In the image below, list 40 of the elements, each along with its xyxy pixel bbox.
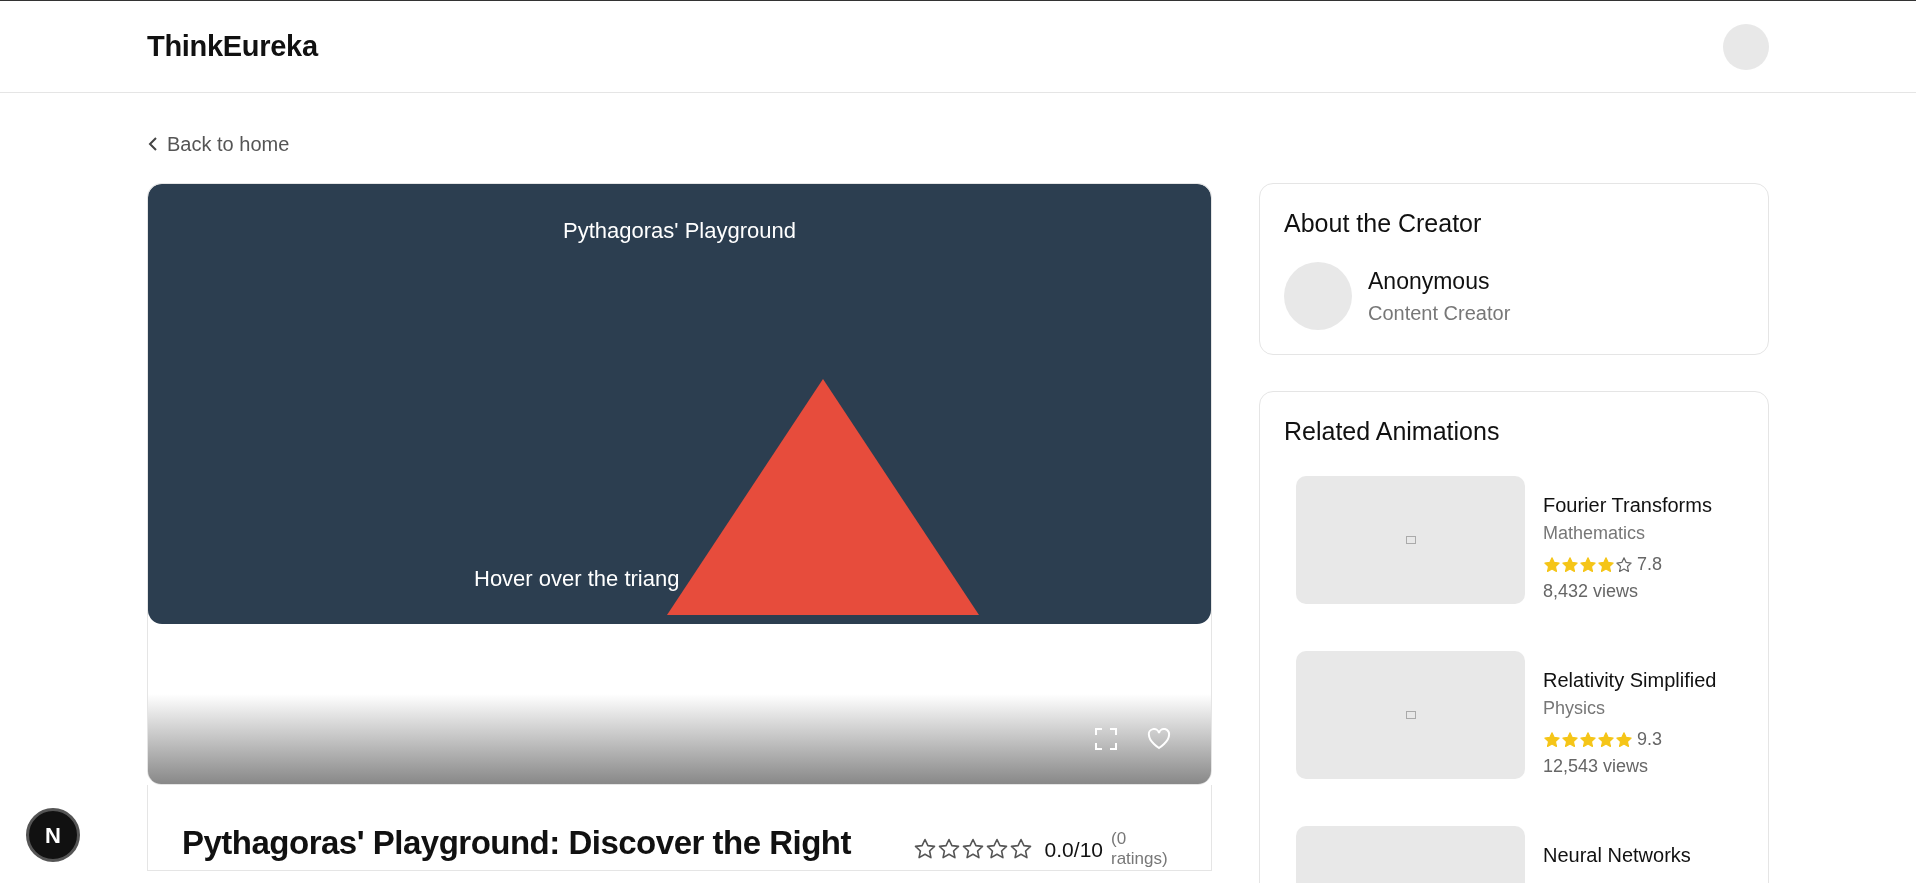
- creator-role: Content Creator: [1368, 301, 1511, 327]
- fullscreen-icon: [1095, 728, 1117, 750]
- animation-title: Pythagoras' Playground: [562, 217, 797, 245]
- star-outline-icon: [1615, 555, 1633, 574]
- star-filled-icon: [1597, 730, 1615, 749]
- dev-badge[interactable]: N: [26, 808, 80, 862]
- star-filled-icon: [1615, 730, 1633, 749]
- favorite-button[interactable]: [1147, 728, 1171, 750]
- rating-count: (0 ratings): [1111, 829, 1169, 870]
- star-filled-icon: [1579, 555, 1597, 574]
- animation-heading: Pythagoras' Playground: Discover the Right: [182, 823, 851, 863]
- view-count: 12,543 views: [1543, 755, 1650, 778]
- star-filled-icon: [1579, 730, 1597, 749]
- related-category: Mathematics: [1543, 522, 1647, 545]
- thumbnail-placeholder[interactable]: [1296, 476, 1525, 604]
- back-link[interactable]: Back to home: [147, 129, 290, 159]
- heart-icon: [1147, 728, 1171, 750]
- related-score: 9.3: [1637, 728, 1663, 751]
- hint-text: Hover over the triang: [474, 565, 680, 593]
- star-filled-icon: [1561, 555, 1579, 574]
- image-icon: [1405, 536, 1416, 544]
- thumbnail-placeholder[interactable]: [1296, 651, 1525, 779]
- section-heading: About the Creator: [1284, 208, 1483, 238]
- rating-score: 0.0/10: [1044, 836, 1103, 863]
- site-logo[interactable]: ThinkEureka: [147, 24, 318, 69]
- star-filled-icon: [1561, 730, 1579, 749]
- chevron-left-icon: [147, 136, 159, 152]
- star-filled-icon: [1543, 555, 1561, 574]
- star-filled-icon: [1543, 730, 1561, 749]
- view-count: 8,432 views: [1543, 580, 1640, 603]
- related-title[interactable]: Neural Networks: [1543, 840, 1691, 870]
- creator-name: Anonymous: [1368, 266, 1491, 296]
- fullscreen-button[interactable]: [1095, 728, 1117, 750]
- image-icon: [1405, 711, 1416, 719]
- related-score: 7.8: [1637, 553, 1663, 576]
- related-title[interactable]: Fourier Transforms: [1543, 490, 1712, 520]
- star-filled-icon: [1597, 555, 1615, 574]
- related-category: Physics: [1543, 697, 1606, 720]
- related-title[interactable]: Relativity Simplified: [1543, 665, 1717, 695]
- section-heading: Related Animations: [1284, 416, 1501, 446]
